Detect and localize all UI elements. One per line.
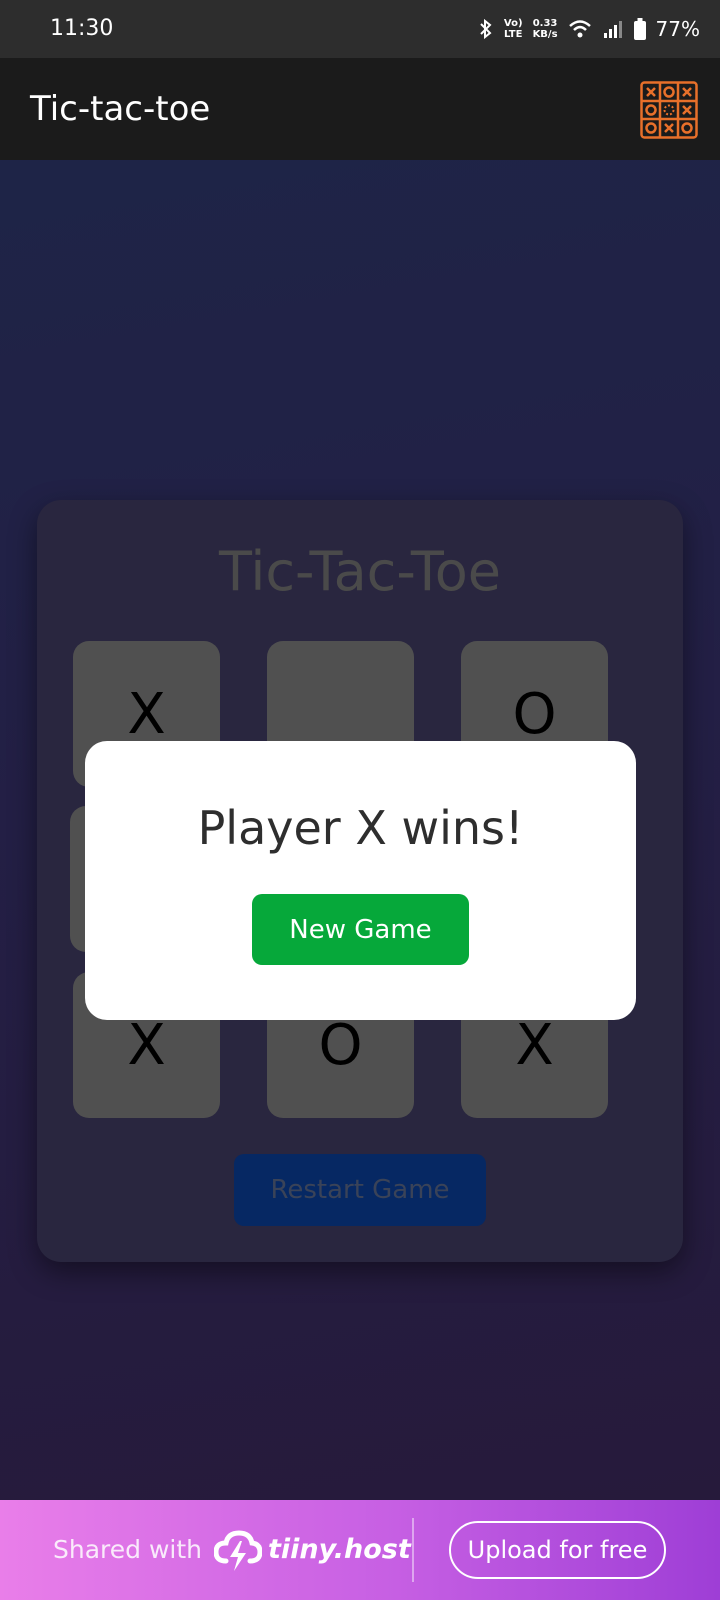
- status-icons: Vo) LTE 0.33 KB/s 77%: [478, 14, 700, 44]
- status-time: 11:30: [50, 16, 114, 41]
- network-speed: 0.33 KB/s: [533, 18, 558, 40]
- tiiny-host-brand[interactable]: tiiny.host: [268, 1534, 411, 1565]
- winner-message: Player X wins!: [197, 801, 524, 855]
- network-label-top: Vo): [503, 18, 523, 29]
- volte-icon: Vo) LTE: [504, 18, 523, 40]
- new-game-button[interactable]: New Game: [252, 894, 469, 965]
- divider: [412, 1518, 414, 1582]
- network-label-bottom: LTE: [504, 29, 523, 40]
- game-title: Tic-Tac-Toe: [219, 540, 501, 603]
- app-bar: Tic-tac-toe: [0, 58, 720, 160]
- upload-for-free-button[interactable]: Upload for free: [449, 1521, 666, 1579]
- restart-game-button[interactable]: Restart Game: [234, 1154, 486, 1226]
- winner-modal: Player X wins! New Game: [85, 741, 636, 1020]
- app-title: Tic-tac-toe: [30, 89, 211, 129]
- wifi-icon: [568, 20, 591, 38]
- cloud-lightning-icon: [214, 1530, 262, 1571]
- tiiny-host-banner: Shared with tiiny.host Upload for free: [0, 1500, 720, 1600]
- bluetooth-icon: [480, 18, 492, 40]
- battery-percent: 77%: [655, 17, 700, 41]
- status-bar: 11:30 Vo) LTE 0.33 KB/s 77%: [0, 0, 720, 58]
- speed-unit: KB/s: [532, 29, 558, 40]
- tic-tac-toe-grid-icon[interactable]: [640, 81, 698, 139]
- signal-icon: [603, 21, 622, 38]
- speed-value: 0.33: [532, 18, 558, 29]
- battery-icon: [633, 18, 646, 40]
- shared-with-text: Shared with: [53, 1535, 202, 1564]
